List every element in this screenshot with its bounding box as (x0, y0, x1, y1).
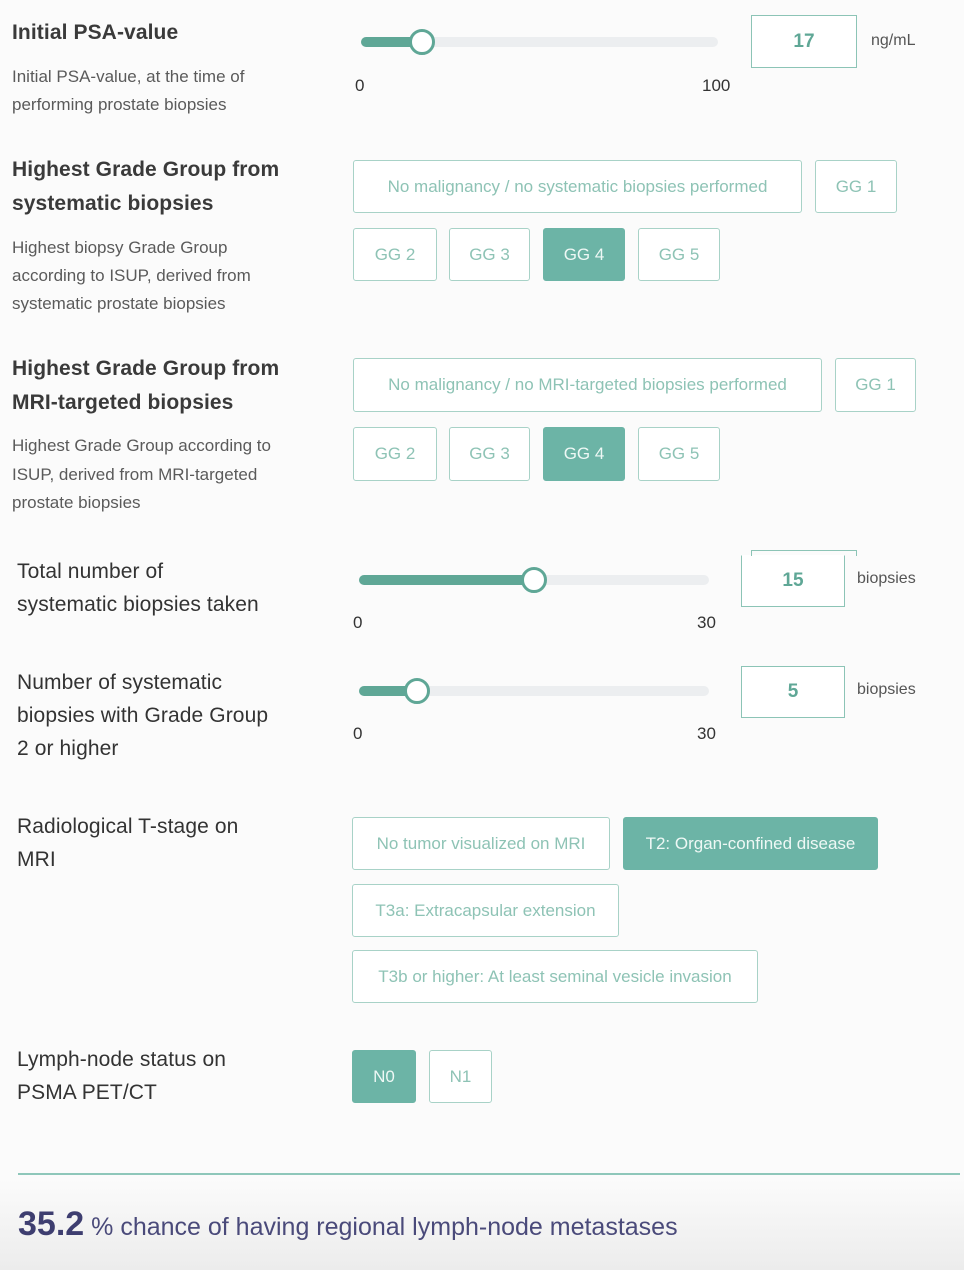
gg2-biopsies-value-input[interactable]: 5 (741, 666, 845, 718)
psa-description-line1: Initial PSA-value, at the time of (12, 67, 245, 86)
total-biopsies-slider-thumb[interactable] (521, 567, 547, 593)
gg-systematic-option-gg2[interactable]: GG 2 (353, 228, 437, 281)
lymph-node-title-line2: PSMA PET/CT (17, 1081, 157, 1104)
total-biopsies-unit: biopsies (857, 570, 916, 587)
gg-mri-option-gg3[interactable]: GG 3 (449, 427, 530, 481)
total-biopsies-min-label: 0 (353, 613, 363, 632)
gg2-biopsies-slider-thumb[interactable] (404, 678, 431, 704)
gg2-biopsies-slider[interactable] (359, 678, 709, 704)
gg-systematic-description-line3: systematic prostate biopsies (12, 294, 226, 313)
total-biopsies-slider-fill (359, 575, 534, 585)
psa-title: Initial PSA-value (12, 21, 179, 44)
gg-mri-option-gg5[interactable]: GG 5 (638, 427, 720, 481)
gg-mri-option-gg2[interactable]: GG 2 (353, 427, 437, 481)
psa-max-label: 100 (702, 76, 731, 95)
gg-mri-option-gg1[interactable]: GG 1 (835, 358, 916, 412)
gg-mri-description-line2: ISUP, derived from MRI-targeted (12, 465, 258, 484)
gg-systematic-option-none[interactable]: No malignancy / no systematic biopsies p… (353, 160, 802, 213)
total-biopsies-value-input[interactable]: 15 (741, 555, 845, 607)
total-biopsies-title-line2: systematic biopsies taken (17, 593, 259, 616)
psa-slider[interactable] (361, 29, 718, 55)
gg2-biopsies-max-label: 30 (697, 724, 716, 743)
gg-systematic-option-gg3[interactable]: GG 3 (449, 228, 530, 281)
gg2-biopsies-title-line3: 2 or higher (17, 737, 119, 760)
t-stage-option-t3a[interactable]: T3a: Extracapsular extension (352, 884, 619, 937)
gg-systematic-option-gg1[interactable]: GG 1 (815, 160, 897, 213)
gg2-biopsies-min-label: 0 (353, 724, 363, 743)
lymph-node-title-line1: Lymph-node status on (17, 1048, 227, 1071)
gg-systematic-option-gg5[interactable]: GG 5 (638, 228, 720, 281)
psa-value-input[interactable]: 17 (751, 15, 857, 68)
total-biopsies-max-label: 30 (697, 613, 716, 632)
gg-systematic-description-line1: Highest biopsy Grade Group (12, 238, 228, 257)
psa-unit: ng/mL (871, 32, 916, 49)
t-stage-option-no-tumor[interactable]: No tumor visualized on MRI (352, 817, 610, 870)
gg-mri-description-line3: prostate biopsies (12, 493, 141, 512)
gg-mri-option-none[interactable]: No malignancy / no MRI-targeted biopsies… (353, 358, 822, 412)
lymph-node-option-n0[interactable]: N0 (352, 1050, 416, 1103)
gg2-biopsies-title-line2: biopsies with Grade Group (17, 704, 269, 727)
gg-mri-title-line2: MRI-targeted biopsies (12, 391, 234, 414)
t-stage-title-line2: MRI (17, 848, 56, 871)
t-stage-title-line1: Radiological T-stage on (17, 815, 239, 838)
gg-mri-option-gg4[interactable]: GG 4 (543, 427, 625, 481)
gg2-biopsies-unit: biopsies (857, 681, 916, 698)
total-biopsies-title-line1: Total number of (17, 560, 164, 583)
gg-systematic-option-gg4[interactable]: GG 4 (543, 228, 625, 281)
gg-systematic-title-line1: Highest Grade Group from (12, 158, 280, 181)
t-stage-option-t3b[interactable]: T3b or higher: At least seminal vesicle … (352, 950, 758, 1003)
lymph-node-option-n1[interactable]: N1 (429, 1050, 492, 1103)
psa-slider-thumb[interactable] (408, 29, 435, 55)
total-biopsies-slider[interactable] (359, 567, 709, 593)
gg-mri-title-line1: Highest Grade Group from (12, 357, 280, 380)
result-text: 35.2 % chance of having regional lymph-n… (18, 1205, 678, 1244)
psa-description-line2: performing prostate biopsies (12, 95, 227, 114)
gg2-biopsies-title-line1: Number of systematic (17, 671, 223, 694)
result-value: 35.2 (18, 1205, 85, 1243)
gg-systematic-description-line2: according to ISUP, derived from (12, 266, 251, 285)
total-biopsies-input-edge (751, 550, 857, 556)
result-divider (18, 1173, 960, 1175)
gg-mri-description-line1: Highest Grade Group according to (12, 436, 271, 455)
gg-systematic-title-line2: systematic biopsies (12, 192, 214, 215)
t-stage-option-t2[interactable]: T2: Organ-confined disease (623, 817, 878, 870)
psa-min-label: 0 (355, 76, 365, 95)
result-label: % chance of having regional lymph-node m… (91, 1213, 678, 1241)
